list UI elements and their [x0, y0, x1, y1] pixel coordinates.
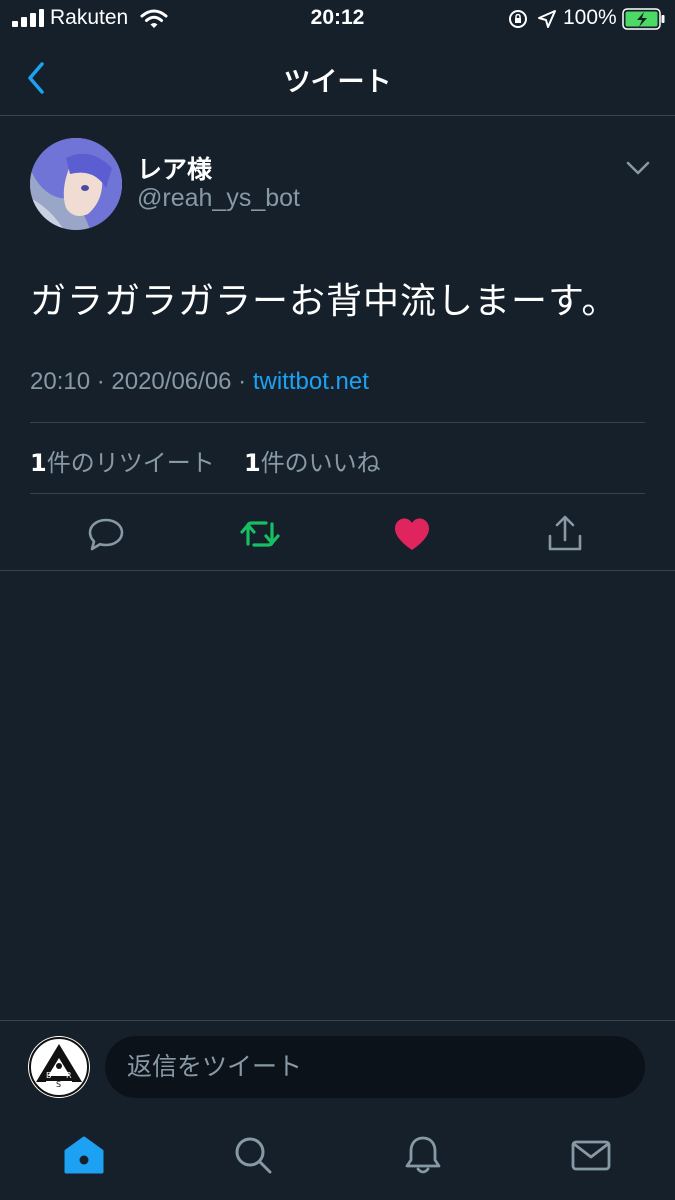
nav-header: ツイート [0, 40, 675, 116]
retweet-count: 1 [30, 449, 47, 477]
orientation-lock-icon [509, 10, 527, 28]
tweet-date: 2020/06/06 [111, 368, 232, 395]
author-avatar-image [30, 138, 122, 230]
divider [0, 570, 675, 571]
battery-percentage: 100% [563, 6, 617, 29]
status-bar: Rakuten 20:12 100% [0, 0, 675, 40]
retweet-stat[interactable]: 1件のリツイート [30, 449, 215, 477]
tweet-time: 20:10 [30, 368, 91, 395]
search-icon[interactable] [231, 1133, 275, 1177]
divider [30, 422, 645, 423]
author-handle[interactable]: @reah_ys_bot [137, 184, 300, 213]
retweet-icon[interactable] [236, 510, 284, 558]
meta-separator: · [90, 368, 112, 395]
tweet-source-link[interactable]: twittbot.net [253, 368, 369, 395]
notifications-icon[interactable] [401, 1133, 445, 1177]
reply-icon[interactable] [82, 510, 130, 558]
logo-letter-s: S [56, 1080, 61, 1089]
like-icon[interactable] [388, 510, 436, 558]
like-label: 件のいいね [260, 449, 381, 477]
like-stat[interactable]: 1件のいいね [244, 449, 381, 477]
tweet-stats: 1件のリツイート 1件のいいね [30, 443, 381, 478]
tweet-text: ガラガラガラーお背中流しまーす。 [30, 281, 619, 322]
retweet-label: 件のリツイート [46, 449, 215, 477]
meta-separator: · [231, 368, 253, 395]
location-icon [538, 10, 556, 28]
messages-icon[interactable] [569, 1133, 613, 1177]
page-title: ツイート [283, 67, 392, 98]
tweet-meta: 20:10 · 2020/06/06 · twittbot.net [30, 368, 369, 396]
logo-letter-r: R [66, 1071, 72, 1080]
author-display-name[interactable]: レア様 [137, 150, 212, 186]
user-avatar[interactable]: B R S [28, 1036, 90, 1098]
divider [30, 493, 645, 494]
chevron-down-icon[interactable] [620, 150, 656, 186]
user-avatar-logo: B R S [29, 1037, 89, 1097]
home-icon[interactable] [62, 1133, 106, 1177]
logo-letter-b: B [46, 1071, 52, 1080]
author-avatar[interactable] [30, 138, 122, 230]
reply-input[interactable]: 返信をツイート [105, 1036, 645, 1098]
like-count: 1 [243, 449, 261, 477]
share-icon[interactable] [541, 510, 589, 558]
battery-charging-icon [622, 8, 665, 30]
